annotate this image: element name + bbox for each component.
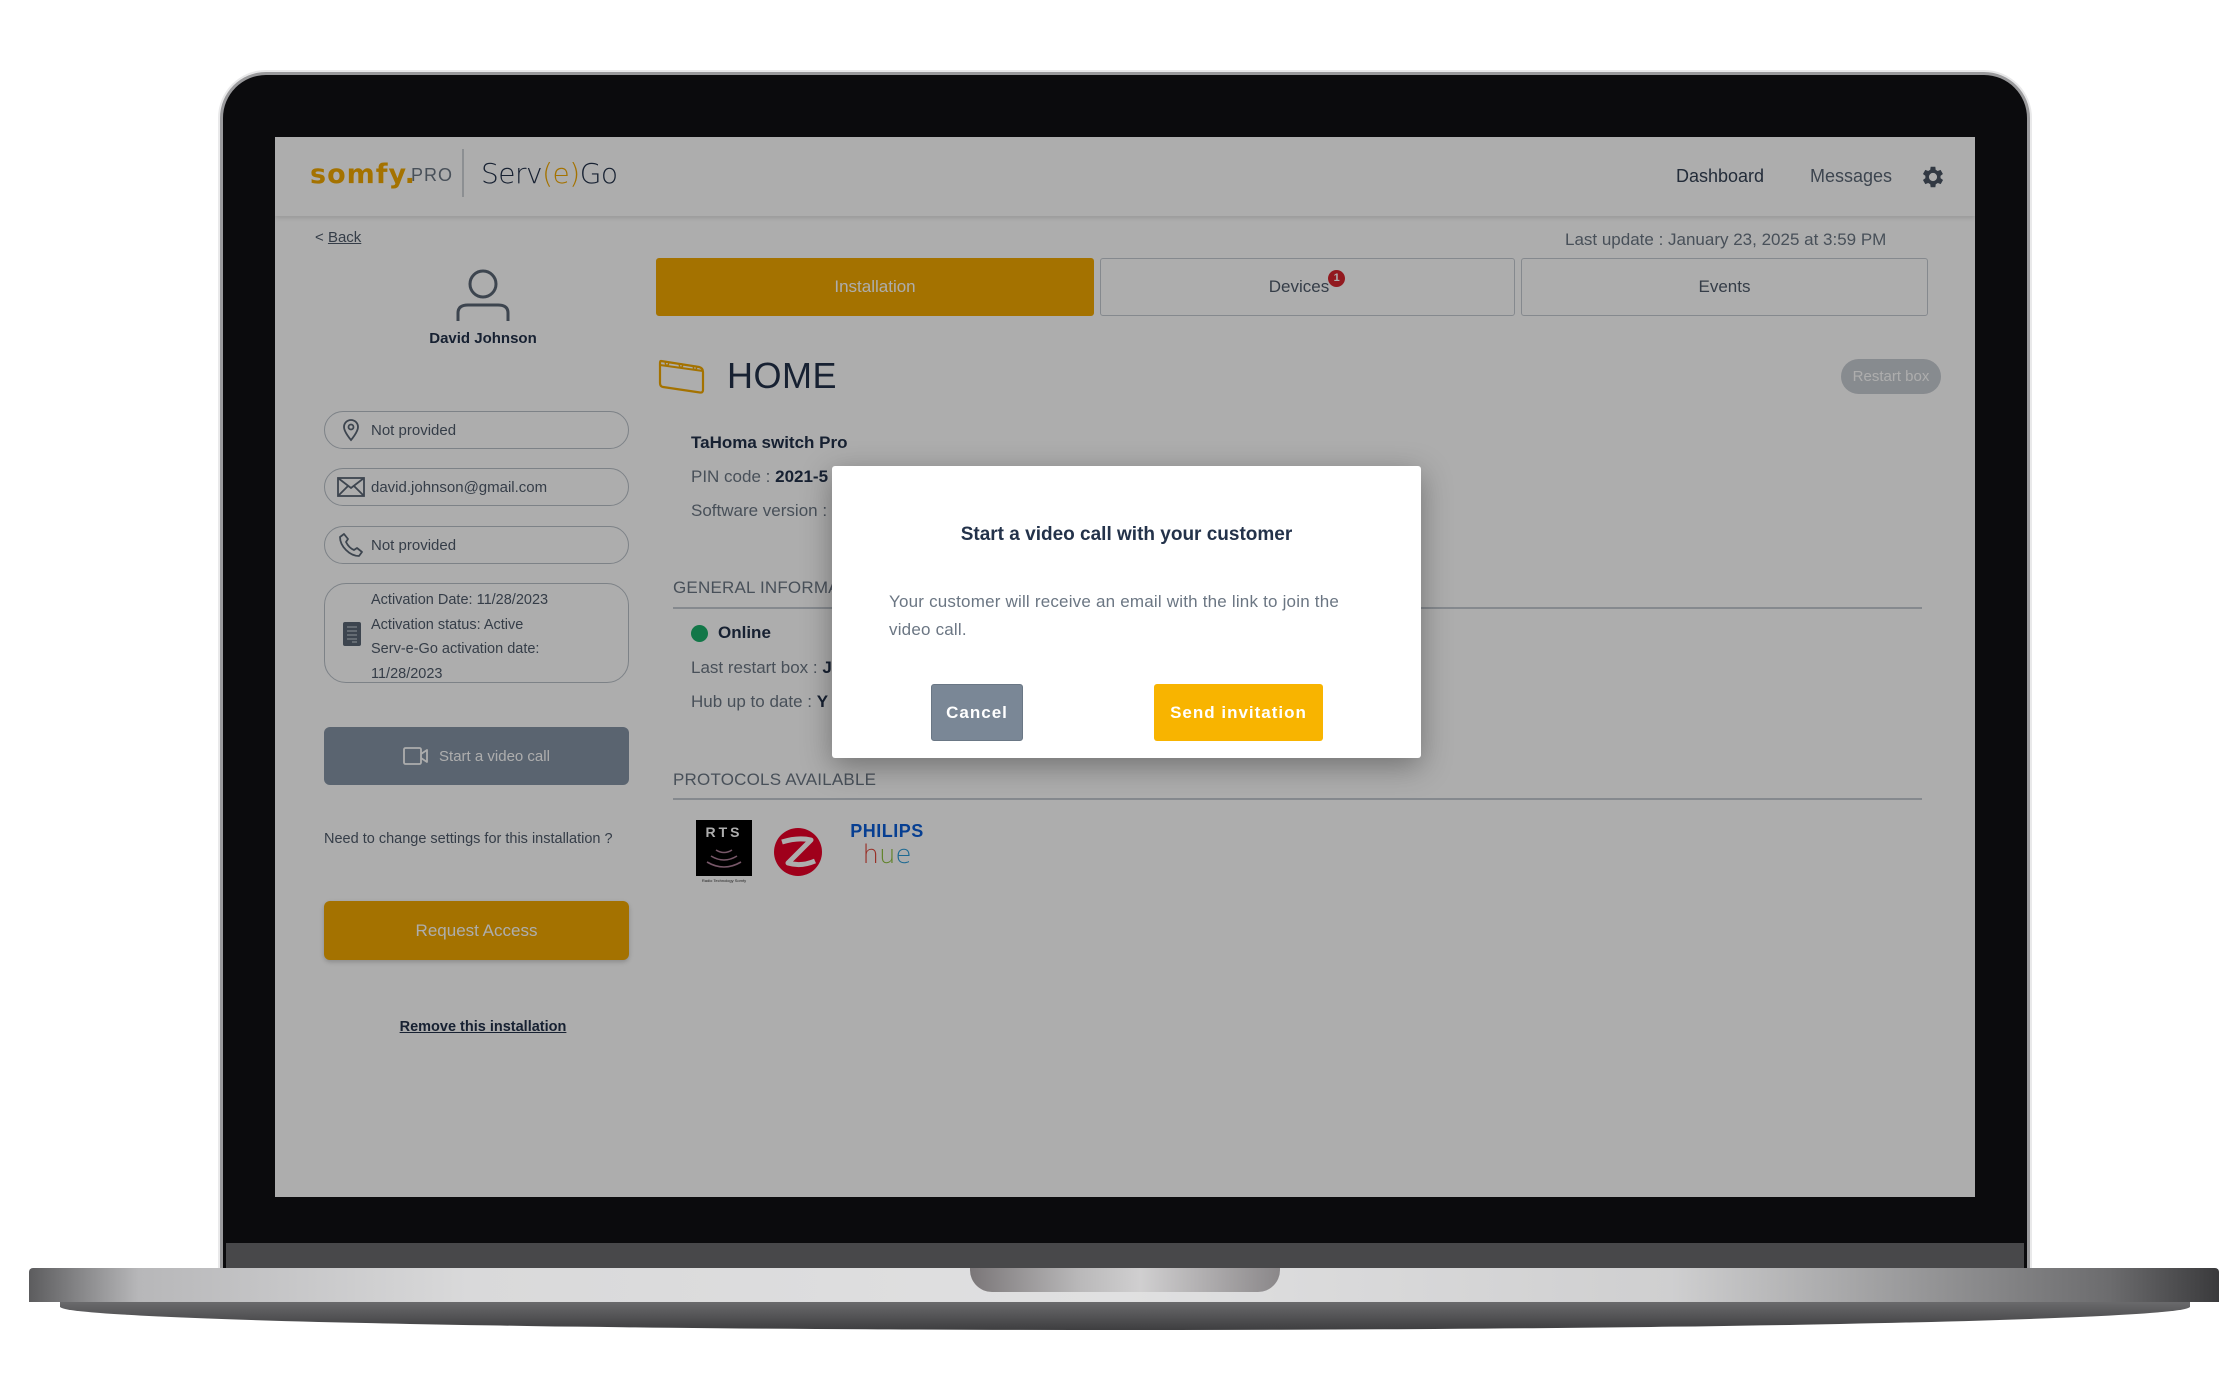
laptop-chin xyxy=(226,1243,2024,1268)
video-call-dialog: Start a video call with your customer Yo… xyxy=(832,466,1421,758)
send-invitation-button[interactable]: Send invitation xyxy=(1154,684,1323,741)
dialog-title: Start a video call with your customer xyxy=(960,524,1293,545)
cancel-button[interactable]: Cancel xyxy=(931,684,1023,741)
screen: somfy. PRO Serv(e)Go Dashboard Messages … xyxy=(275,137,1975,1197)
laptop-notch xyxy=(970,1268,1280,1292)
dialog-message: Your customer will receive an email with… xyxy=(889,592,1339,639)
laptop-base-bottom xyxy=(60,1302,2190,1330)
